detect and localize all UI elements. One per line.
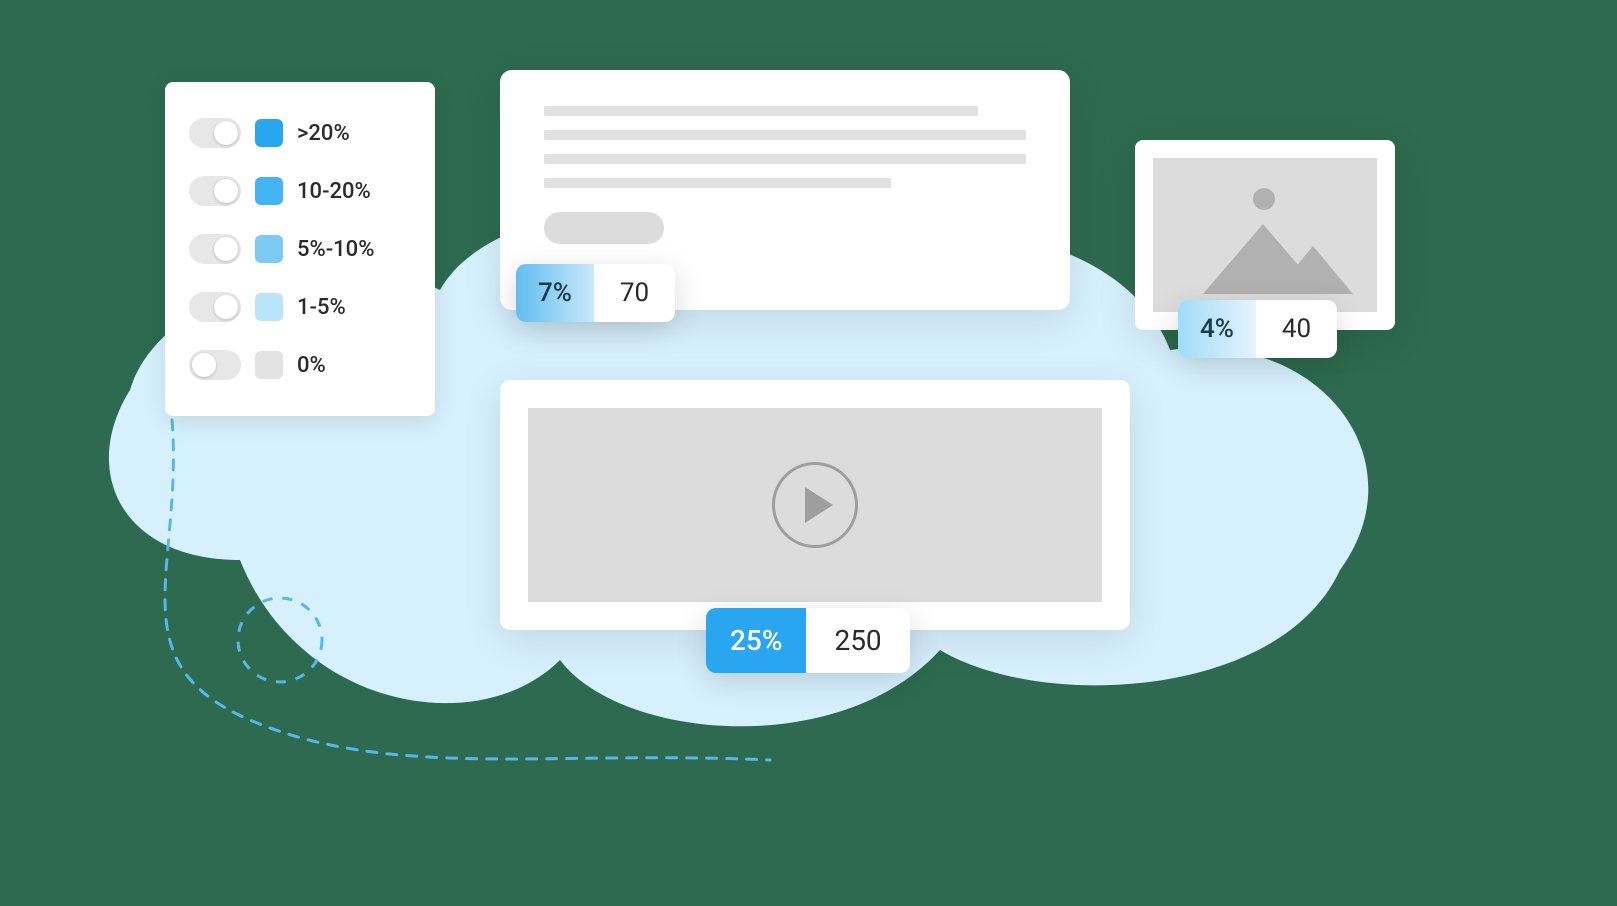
button-placeholder [544, 212, 664, 244]
metric-percent: 7% [516, 264, 594, 322]
legend-label: 10-20% [297, 179, 371, 204]
legend-panel: >20% 10-20% 5%-10% 1-5% 0% [165, 82, 435, 416]
image-icon [1273, 246, 1353, 294]
toggle-0[interactable] [189, 350, 241, 380]
legend-label: 0% [297, 353, 326, 378]
metric-count: 250 [806, 608, 909, 673]
toggle-gt20[interactable] [189, 118, 241, 148]
metric-badge-image: 4% 40 [1178, 300, 1337, 358]
video-placeholder [528, 408, 1102, 602]
toggle-5-10[interactable] [189, 234, 241, 264]
play-icon[interactable] [772, 462, 858, 548]
video-content-card [500, 380, 1130, 630]
text-line [544, 130, 1026, 140]
metric-percent: 25% [706, 608, 806, 673]
toggle-1-5[interactable] [189, 292, 241, 322]
image-placeholder [1153, 158, 1377, 312]
legend-label: 1-5% [297, 295, 346, 320]
metric-count: 70 [594, 264, 675, 322]
toggle-10-20[interactable] [189, 176, 241, 206]
legend-item-0: 0% [189, 336, 411, 394]
legend-label: >20% [297, 121, 350, 146]
legend-item-1-5: 1-5% [189, 278, 411, 336]
legend-item-10-20: 10-20% [189, 162, 411, 220]
metric-count: 40 [1256, 300, 1337, 358]
metric-percent: 4% [1178, 300, 1256, 358]
image-icon [1253, 188, 1275, 210]
legend-label: 5%-10% [297, 237, 374, 262]
swatch-1-5 [255, 293, 283, 321]
legend-item-5-10: 5%-10% [189, 220, 411, 278]
legend-item-gt20: >20% [189, 104, 411, 162]
text-line [544, 106, 978, 116]
metric-badge-text: 7% 70 [516, 264, 675, 322]
swatch-10-20 [255, 177, 283, 205]
text-line [544, 178, 891, 188]
swatch-gt20 [255, 119, 283, 147]
metric-badge-video: 25% 250 [706, 608, 910, 673]
text-line [544, 154, 1026, 164]
swatch-5-10 [255, 235, 283, 263]
swatch-0 [255, 351, 283, 379]
